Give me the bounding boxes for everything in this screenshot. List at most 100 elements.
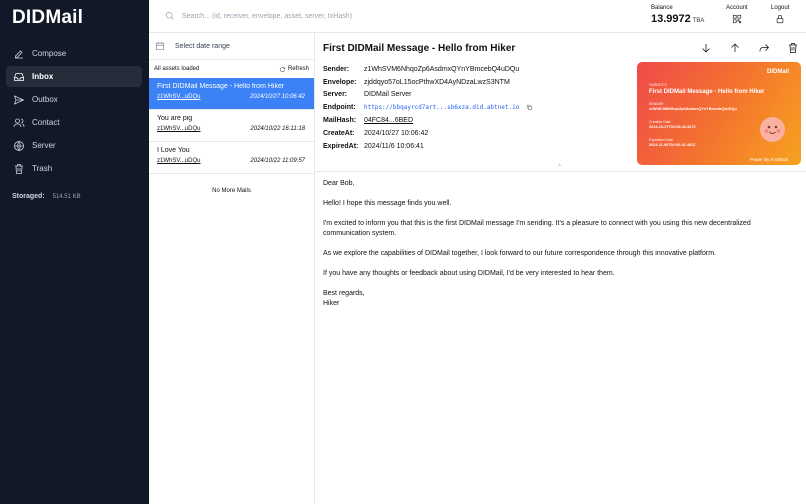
storage-label: Storaged: bbox=[12, 193, 45, 200]
envelope-label: Envelope: bbox=[323, 78, 357, 86]
upload-button[interactable] bbox=[729, 41, 741, 53]
no-more-mails: No More Mails bbox=[212, 188, 251, 194]
smiley-icon bbox=[764, 125, 781, 134]
list-item[interactable]: First DIDMail Message - Hello from Hiker… bbox=[149, 78, 314, 110]
mail-actions bbox=[700, 41, 806, 53]
balance-display: Balance 13.9972 TBA bbox=[651, 5, 704, 25]
card-expiration-label: Expiration Date bbox=[649, 138, 673, 142]
body-greeting: Dear Bob, bbox=[323, 180, 355, 187]
body-signature: Hiker bbox=[323, 300, 340, 307]
sender-value: z1WhSVM6NhqoZp6AsdmxQYnYBmcebQ4uDQu bbox=[364, 65, 520, 73]
sidebar-item-compose[interactable]: Compose bbox=[6, 43, 142, 64]
card-brand: DIDMail bbox=[766, 69, 789, 75]
lock-icon bbox=[776, 15, 784, 24]
date-range-placeholder: Select date range bbox=[175, 42, 230, 50]
sender-label: Sender: bbox=[323, 65, 350, 73]
filter-status: All assets loaded bbox=[154, 66, 200, 72]
sidebar: DIDMail Compose Inbox Outbox Contact Ser… bbox=[0, 0, 149, 504]
compose-icon bbox=[15, 49, 23, 58]
inbox-icon bbox=[14, 72, 24, 81]
mail-date: 2024/10/27 10:06:42 bbox=[249, 94, 305, 100]
search-input[interactable]: Search... (id, receiver, envelope, asset… bbox=[182, 13, 352, 20]
mail-body: Dear Bob, Hello! I hope this message fin… bbox=[323, 179, 793, 309]
mail-subject: I Love You bbox=[157, 147, 190, 154]
storage-value: 514.51 KB bbox=[52, 194, 81, 200]
mail-date: 2024/10/22 11:09:57 bbox=[250, 158, 305, 164]
endpoint-label: Endpoint: bbox=[323, 104, 356, 112]
qrcode-icon bbox=[732, 14, 741, 24]
forward-icon bbox=[759, 44, 770, 52]
mail-subject: You are pig bbox=[157, 115, 193, 122]
collapse-caret-icon[interactable]: ^ bbox=[558, 164, 561, 170]
expiredat-label: ExpiredAt: bbox=[323, 142, 359, 150]
download-button[interactable] bbox=[700, 41, 712, 53]
createat-label: CreateAt: bbox=[323, 129, 355, 137]
card-subject-label: SUBJECT bbox=[649, 82, 668, 87]
body-closing: Best regards, bbox=[323, 290, 365, 297]
mail-date: 2024/10/22 16:11:18 bbox=[250, 126, 305, 132]
calendar-icon bbox=[155, 42, 165, 51]
mail-detail: First DIDMail Message - Hello from Hiker… bbox=[315, 33, 806, 504]
top-bar: Search... (id, receiver, envelope, asset… bbox=[149, 0, 806, 33]
body-paragraph: As we explore the capabilities of DIDMai… bbox=[323, 250, 716, 257]
delete-button[interactable] bbox=[787, 41, 799, 53]
sidebar-item-label: Server bbox=[32, 141, 56, 150]
mail-nft-card: DIDMail SUBJECT First DIDMail Message - … bbox=[637, 62, 801, 165]
sidebar-item-server[interactable]: Server bbox=[6, 135, 142, 156]
trash-icon bbox=[789, 43, 797, 53]
createat-value: 2024/10/27 10:06:42 bbox=[364, 129, 429, 137]
mailhash-link[interactable]: 04FC84...6BED bbox=[364, 117, 413, 124]
sidebar-item-trash[interactable]: Trash bbox=[6, 158, 142, 179]
card-power: Power By ArcBlock bbox=[749, 157, 788, 162]
sidebar-item-label: Outbox bbox=[32, 95, 58, 104]
card-sender: z1WhSVM6NhqoZp6AsdmxQYnYBmcebQ4uDQu bbox=[649, 107, 737, 111]
arrow-up-icon bbox=[731, 43, 739, 52]
body-paragraph: If you have any thoughts or feedback abo… bbox=[323, 270, 615, 277]
body-paragraph: I'm excited to inform you that this is t… bbox=[323, 220, 751, 237]
app-logo: DIDMail bbox=[12, 7, 84, 28]
sidebar-item-contact[interactable]: Contact bbox=[6, 112, 142, 133]
balance-amount: 13.9972 bbox=[651, 13, 691, 25]
endpoint-link[interactable]: https://bbqayrcd7art...sb6xza.did.abtnet… bbox=[364, 104, 519, 111]
trash-icon bbox=[15, 163, 23, 174]
account-label: Account bbox=[726, 5, 748, 11]
mail-sender[interactable]: z1WhSV...uDQu bbox=[157, 158, 200, 164]
storage-info: Storaged: 514.51 KB bbox=[12, 193, 81, 200]
contact-icon bbox=[13, 118, 25, 127]
copy-icon[interactable] bbox=[526, 104, 533, 111]
balance-label: Balance bbox=[651, 5, 673, 11]
balance-unit: TBA bbox=[692, 18, 705, 24]
list-item[interactable]: I Love You z1WhSV...uDQu 2024/10/22 11:0… bbox=[149, 142, 314, 174]
mail-subject: First DIDMail Message - Hello from Hiker bbox=[157, 83, 285, 90]
account-button[interactable]: Account bbox=[726, 5, 748, 24]
sidebar-item-outbox[interactable]: Outbox bbox=[6, 89, 142, 110]
mail-sender[interactable]: z1WhSV...uDQu bbox=[157, 94, 200, 100]
sidebar-item-label: Contact bbox=[32, 118, 60, 127]
divider bbox=[315, 171, 806, 172]
search-bar[interactable]: Search... (id, receiver, envelope, asset… bbox=[165, 11, 352, 21]
sidebar-item-inbox[interactable]: Inbox bbox=[6, 66, 142, 87]
mail-list: Select date range All assets loaded Refr… bbox=[149, 33, 315, 504]
sidebar-item-label: Inbox bbox=[32, 72, 54, 81]
card-creation: 2024-10-27T02:06:42.347Z bbox=[649, 125, 696, 129]
logout-button[interactable]: Logout bbox=[771, 5, 789, 24]
mailhash-label: MailHash: bbox=[323, 117, 357, 125]
sidebar-item-label: Trash bbox=[32, 164, 53, 173]
mail-sender[interactable]: z1WhSV...uDQu bbox=[157, 126, 200, 132]
search-icon bbox=[165, 11, 174, 20]
date-range-picker[interactable]: Select date range bbox=[149, 33, 314, 60]
card-sender-label: SENDER bbox=[649, 102, 664, 106]
outbox-icon bbox=[13, 94, 25, 105]
list-item[interactable]: You are pig z1WhSV...uDQu 2024/10/22 16:… bbox=[149, 110, 314, 142]
avatar bbox=[760, 117, 785, 142]
body-paragraph: Hello! I hope this message finds you wel… bbox=[323, 200, 452, 207]
card-creation-label: Creation Date bbox=[649, 120, 671, 124]
list-header: All assets loaded Refresh bbox=[149, 60, 314, 78]
sidebar-nav: Compose Inbox Outbox Contact Server Tras… bbox=[6, 43, 142, 181]
server-label: Server: bbox=[323, 91, 348, 99]
globe-icon bbox=[14, 140, 24, 151]
envelope-value: zjddqyo57oL15ocPthwXD4AyNDzaLwzS3NTM bbox=[364, 78, 510, 86]
forward-button[interactable] bbox=[758, 41, 770, 53]
arrow-down-icon bbox=[702, 44, 710, 53]
refresh-button[interactable]: Refresh bbox=[279, 66, 309, 73]
